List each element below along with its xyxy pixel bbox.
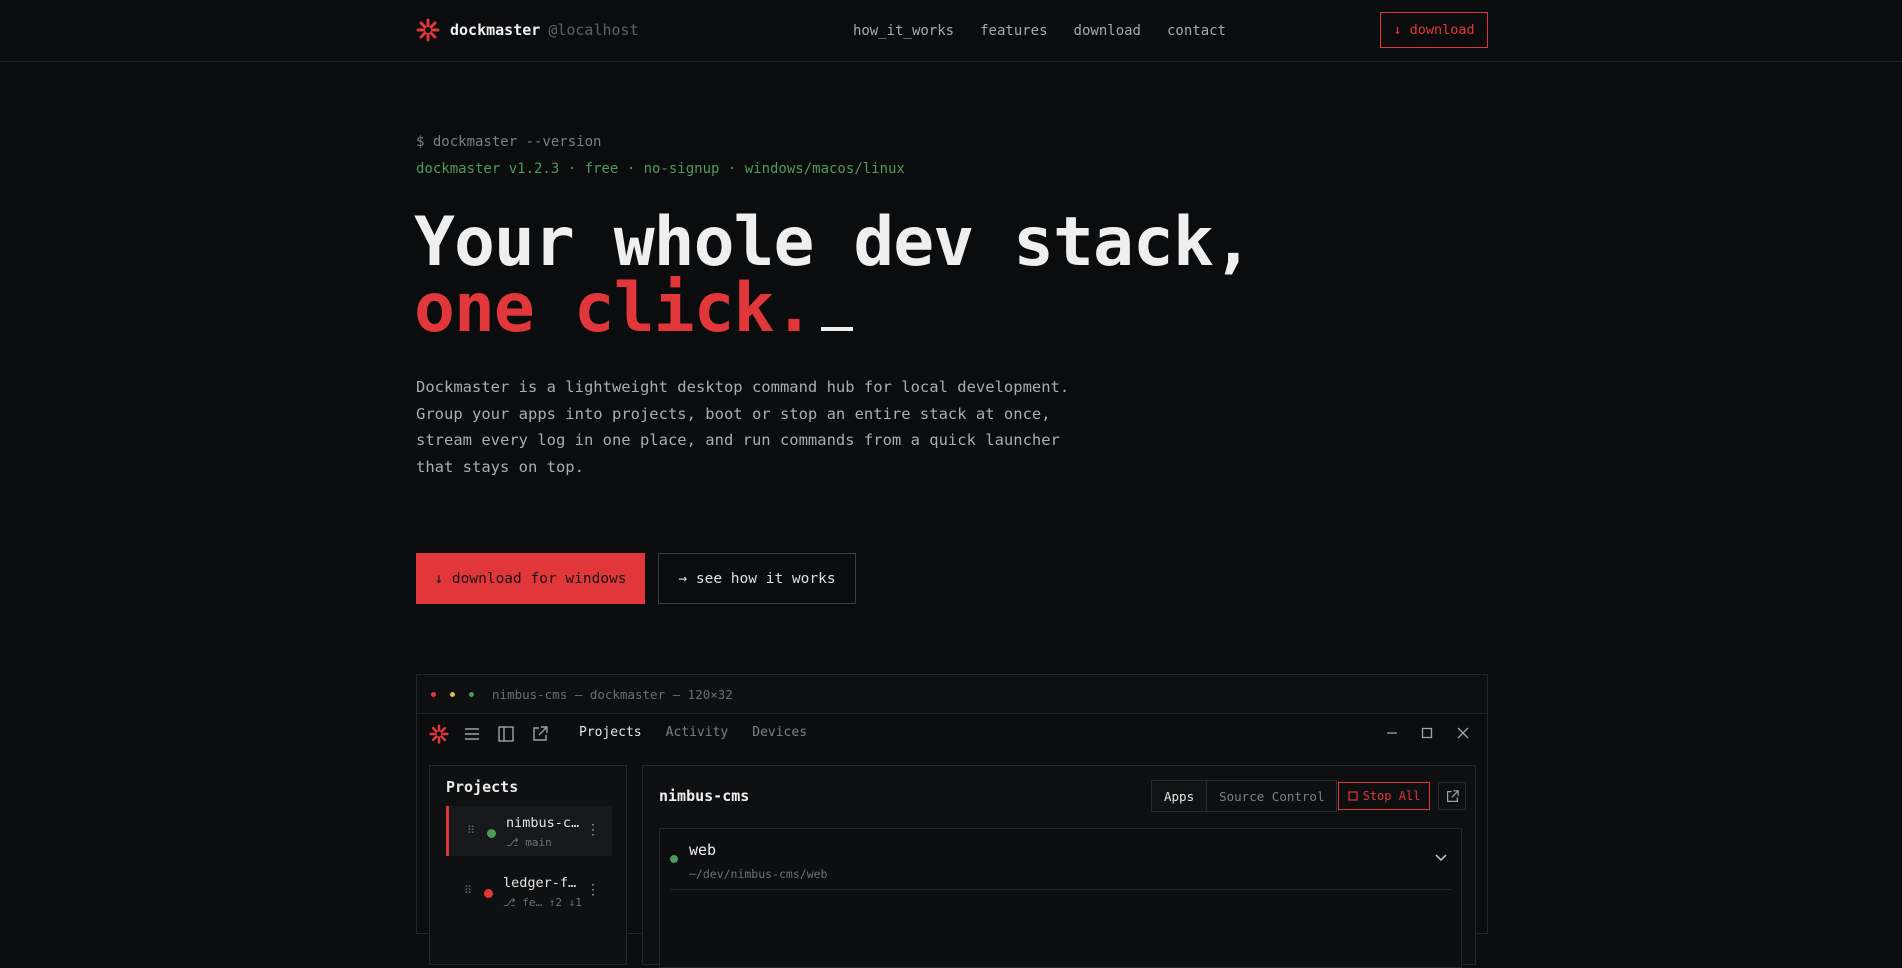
project-item-nimbus[interactable]: ⠿ nimbus-c… ⎇ main ⋮ [446, 806, 612, 856]
see-how-it-works-label: → see how it works [678, 570, 836, 587]
sidebar-title: Projects [446, 778, 519, 796]
open-external-button[interactable] [1438, 782, 1466, 810]
project-item-ledger[interactable]: ⠿ ledger-f… ⎇ fe… ↑2 ↓1 ⋮ [446, 866, 612, 916]
menu-icon[interactable] [462, 724, 482, 744]
hero-lead: Dockmaster is a lightweight desktop comm… [416, 378, 1070, 476]
stop-all-button[interactable]: Stop All [1338, 782, 1430, 810]
cursor-icon [821, 327, 854, 331]
segment-source-control[interactable]: Source Control [1207, 789, 1336, 804]
maximize-dot-icon [469, 691, 474, 697]
brand-host: @localhost [548, 21, 639, 39]
projects-sidebar: Projects ⠿ nimbus-c… ⎇ main ⋮ ⠿ ledger-f… [429, 765, 627, 965]
terminal-titlebar: nimbus-cms — dockmaster — 120×32 [417, 675, 1487, 714]
status-running-icon [487, 829, 496, 838]
close-window-icon[interactable] [1453, 723, 1473, 743]
project-name: nimbus-c… [506, 815, 580, 831]
asterisk-logo-icon [416, 18, 440, 42]
app-window-preview: nimbus-cms — dockmaster — 120×32 Project… [416, 674, 1488, 968]
nav-link-download[interactable]: download [1074, 23, 1141, 39]
minimize-window-icon[interactable] [1382, 723, 1402, 743]
project-branch: ⎇ main [506, 836, 552, 849]
more-options-icon[interactable]: ⋮ [586, 882, 600, 898]
status-stopped-icon [484, 889, 493, 898]
project-branch: ⎇ fe… ↑2 ↓1 [503, 896, 582, 909]
external-link-icon [1446, 789, 1459, 802]
brand-name: dockmaster [450, 21, 541, 39]
see-how-it-works-button[interactable]: → see how it works [658, 553, 856, 604]
nav-links: how_it_works features download contact [853, 0, 1226, 62]
drag-handle-icon[interactable]: ⠿ [467, 824, 475, 837]
hero-headline: Your whole dev stack, one click. [414, 203, 1254, 343]
maximize-window-icon[interactable] [1417, 723, 1437, 743]
top-nav: dockmaster @localhost how_it_works featu… [0, 0, 1902, 62]
asterisk-logo-icon [429, 724, 449, 744]
tab-projects[interactable]: Projects [579, 725, 642, 740]
divider [670, 889, 1451, 890]
app-path: ~/dev/nimbus-cms/web [689, 867, 828, 881]
nav-link-contact[interactable]: contact [1167, 23, 1226, 39]
nav-download-button[interactable]: ↓ download [1380, 12, 1488, 48]
nav-link-features[interactable]: features [980, 23, 1047, 39]
download-windows-label: ↓ download for windows [434, 570, 627, 587]
brand[interactable]: dockmaster @localhost [416, 18, 639, 42]
window-title: nimbus-cms — dockmaster — 120×32 [492, 686, 733, 702]
headline-line-1: Your whole dev stack, [414, 203, 1254, 282]
more-options-icon[interactable]: ⋮ [586, 822, 600, 838]
nav-download-label: ↓ download [1393, 22, 1475, 38]
close-dot-icon [431, 691, 436, 697]
download-windows-button[interactable]: ↓ download for windows [416, 553, 645, 604]
app-tabs: Projects Activity Devices [579, 725, 807, 740]
version-line: dockmaster v1.2.3 · free · no-signup · w… [416, 161, 905, 177]
view-segmented-control: Apps Source Control [1151, 780, 1338, 812]
chevron-down-icon[interactable] [1435, 847, 1447, 866]
app-card-web[interactable]: web ~/dev/nimbus-cms/web [659, 828, 1462, 968]
stop-icon [1347, 791, 1358, 801]
project-panel: nimbus-cms Apps Source Control Stop All … [642, 765, 1476, 968]
minimize-dot-icon [450, 691, 455, 697]
version-prompt: $ dockmaster --version [416, 134, 602, 150]
project-name: ledger-f… [503, 875, 577, 891]
status-running-icon [670, 855, 678, 863]
app-name: web [689, 841, 717, 859]
sidebar-toggle-icon[interactable] [496, 724, 516, 744]
drag-handle-icon[interactable]: ⠿ [464, 884, 472, 897]
segment-apps[interactable]: Apps [1152, 781, 1208, 811]
tab-activity[interactable]: Activity [666, 725, 729, 740]
external-link-icon[interactable] [530, 724, 550, 744]
stop-all-label: Stop All [1362, 789, 1421, 803]
tab-devices[interactable]: Devices [752, 725, 807, 740]
nav-link-how-it-works[interactable]: how_it_works [853, 23, 954, 39]
panel-title: nimbus-cms [659, 787, 750, 805]
headline-line-2: one click. [414, 269, 814, 348]
app-toolbar: Projects Activity Devices [417, 713, 1487, 755]
